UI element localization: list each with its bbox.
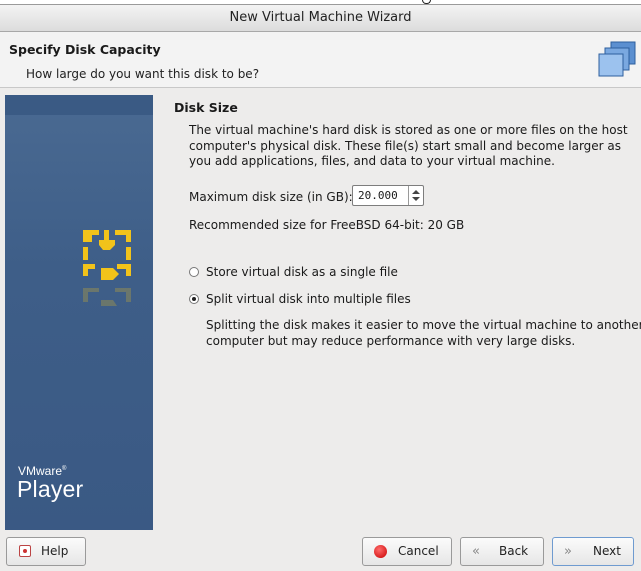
window-title: New Virtual Machine Wizard	[229, 10, 412, 25]
next-label: Next	[593, 544, 621, 558]
page-title: Specify Disk Capacity	[9, 42, 161, 57]
max-disk-size-value[interactable]: 20.000	[358, 189, 398, 202]
back-label: Back	[499, 544, 529, 558]
help-icon	[19, 545, 31, 557]
max-disk-size-spinbox[interactable]: 20.000	[352, 185, 424, 206]
back-arrow-icon: «	[472, 544, 480, 559]
vmware-logo-icon	[83, 230, 131, 306]
sidebar-stripe	[5, 95, 153, 115]
product-name: Player	[17, 476, 84, 502]
spin-up-icon[interactable]	[412, 190, 420, 194]
cancel-label: Cancel	[398, 544, 439, 558]
wizard-header: Specify Disk Capacity How large do you w…	[0, 32, 641, 88]
spin-buttons[interactable]	[408, 186, 423, 205]
cancel-button[interactable]: Cancel	[362, 537, 452, 566]
wizard-footer: Help Cancel « Back » Next	[0, 531, 641, 571]
help-label: Help	[41, 544, 69, 558]
help-button[interactable]: Help	[6, 537, 86, 566]
registered-mark: ®	[62, 466, 67, 472]
radio-button[interactable]	[189, 267, 199, 277]
section-title: Disk Size	[174, 100, 238, 115]
radio-single-file[interactable]: Store virtual disk as a single file	[189, 265, 398, 279]
radio-label[interactable]: Store virtual disk as a single file	[206, 265, 398, 279]
radio-button[interactable]	[189, 294, 199, 304]
back-button[interactable]: « Back	[460, 537, 544, 566]
page-subtitle: How large do you want this disk to be?	[26, 67, 260, 81]
cancel-icon	[374, 545, 387, 558]
split-note: Splitting the disk makes it easier to mo…	[206, 318, 641, 348]
spin-down-icon[interactable]	[412, 197, 420, 201]
vmware-sidebar: VMware® Player	[5, 95, 153, 530]
disk-description: The virtual machine's hard disk is store…	[189, 123, 628, 168]
radio-label[interactable]: Split virtual disk into multiple files	[206, 292, 411, 306]
radio-split-files[interactable]: Split virtual disk into multiple files	[189, 292, 411, 306]
window-titlebar[interactable]: New Virtual Machine Wizard	[0, 4, 641, 32]
next-arrow-icon: »	[564, 544, 572, 559]
recommended-size: Recommended size for FreeBSD 64-bit: 20 …	[189, 218, 465, 232]
disk-size-panel: Disk Size The virtual machine's hard dis…	[158, 95, 641, 531]
max-size-label: Maximum disk size (in GB):	[189, 190, 353, 204]
stacked-disks-icon	[598, 41, 636, 77]
next-button[interactable]: » Next	[552, 537, 634, 566]
